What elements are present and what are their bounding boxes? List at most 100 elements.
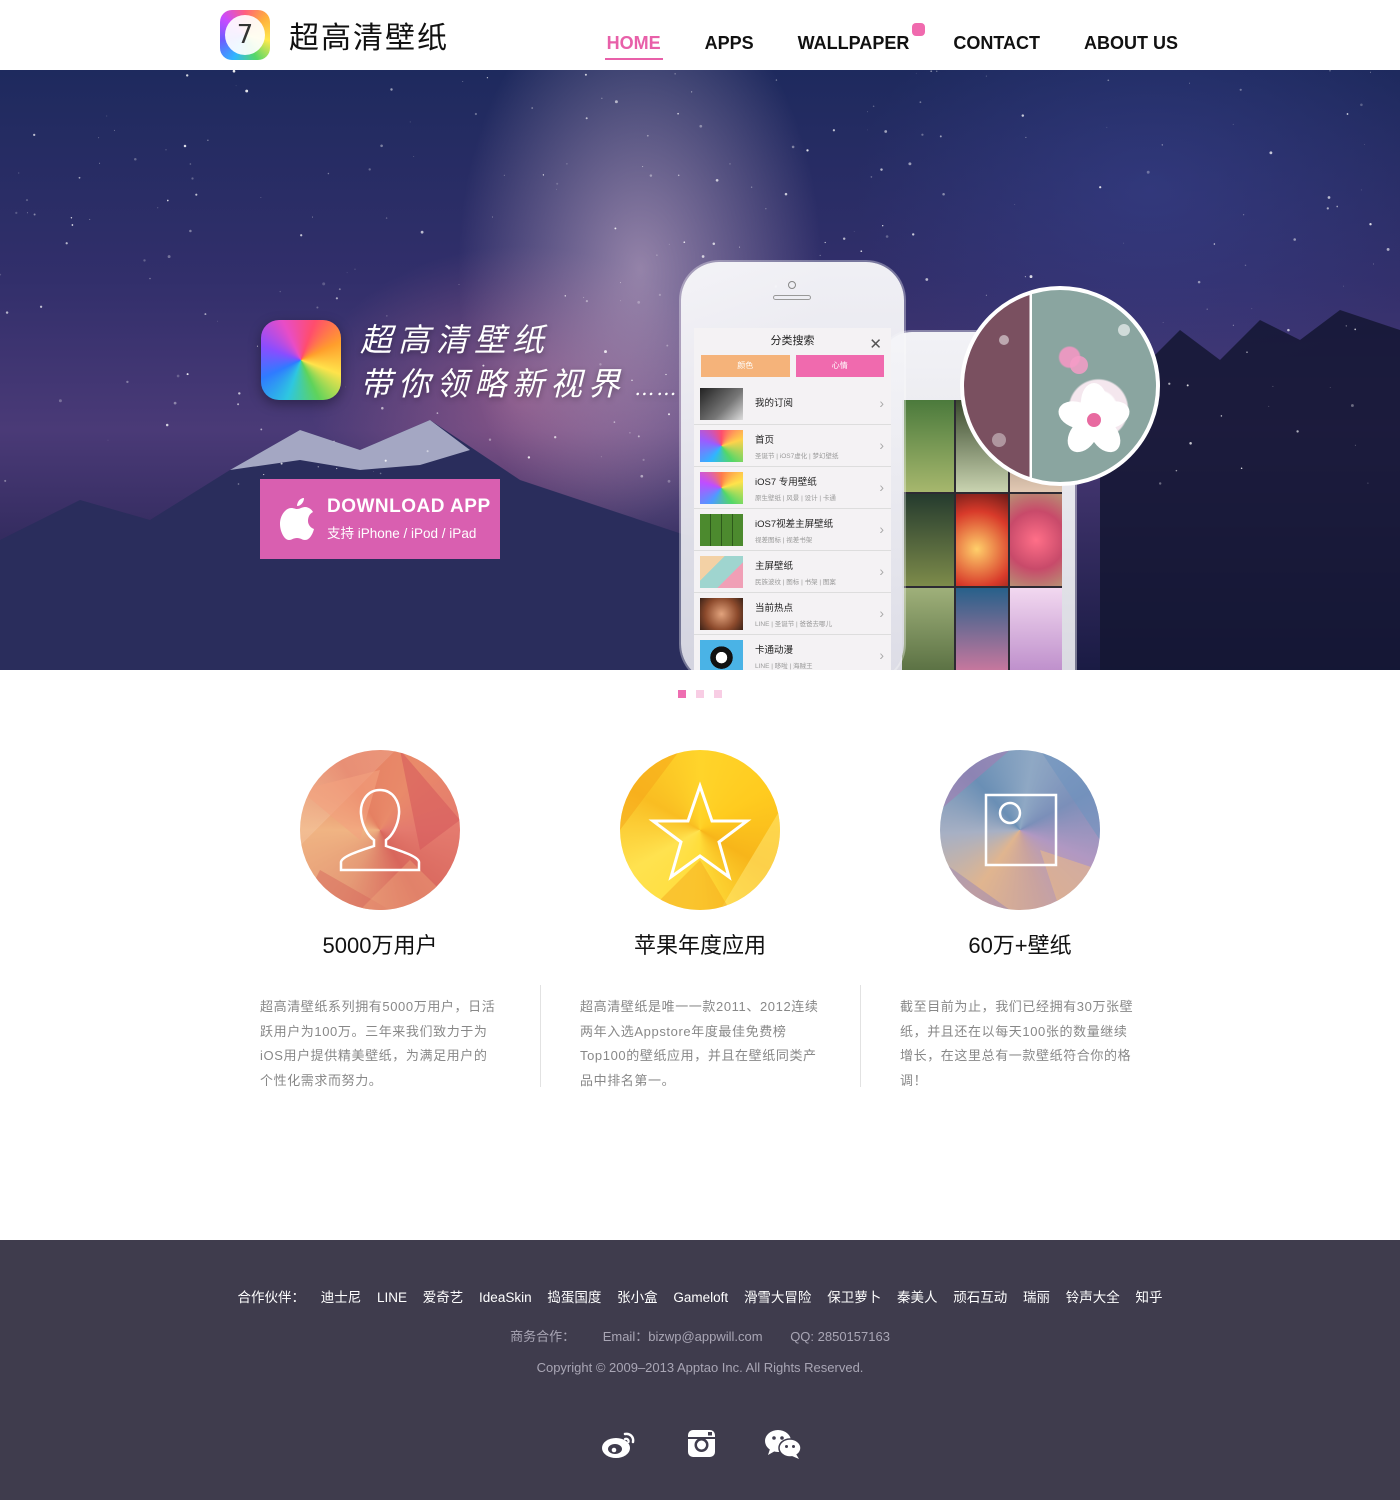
chevron-right-icon: › xyxy=(879,521,884,537)
logo-icon-number: 7 xyxy=(225,15,265,55)
site-header: 7 超高清壁纸 HOME APPS WALLPAPER CONTACT ABOU… xyxy=(0,0,1400,70)
list-item: 主屏壁纸 民族波纹 | 图标 | 书架 | 图案 › xyxy=(694,551,891,593)
list-item: iOS7视差主屏壁纸 视差图标 | 视差书架 › xyxy=(694,509,891,551)
feature-users-badge xyxy=(300,750,460,910)
nav-apps[interactable]: APPS xyxy=(703,33,756,60)
partners-label: 合作伙伴： xyxy=(237,1290,305,1305)
partner-link[interactable]: 捣蛋国度 xyxy=(547,1290,601,1305)
list-item-name: iOS7 专用壁纸 xyxy=(755,476,817,488)
list-item-thumbnail xyxy=(700,429,743,462)
nav-wallpaper[interactable]: WALLPAPER xyxy=(796,23,926,60)
nav-about-us[interactable]: ABOUT US xyxy=(1082,33,1180,60)
chevron-right-icon: › xyxy=(879,605,884,621)
phone-screen-title: 分类搜索 ✕ xyxy=(694,328,891,355)
business-label: 商务合作： xyxy=(510,1329,576,1344)
flower-illustration xyxy=(992,324,1130,453)
copyright: Copyright © 2009–2013 Apptao Inc. All Ri… xyxy=(536,1360,864,1375)
features-section: 5000万用户 超高清壁纸系列拥有5000万用户，日活跃用户为100万。三年来我… xyxy=(220,750,1180,1093)
phone-category-list: 我的订阅 › 首页 圣诞节 | iOS7虚化 | 梦幻壁纸 › iOS7 专用壁… xyxy=(694,383,891,670)
instagram-icon[interactable] xyxy=(682,1428,720,1460)
hero-banner: 超高清壁纸 带你领略新视界 DOWNLOAD APP 支持 iPhone / i… xyxy=(0,70,1400,670)
partner-link[interactable]: 知乎 xyxy=(1136,1290,1163,1305)
partner-link[interactable]: 保卫萝卜 xyxy=(827,1290,881,1305)
feature-users-text: 超高清壁纸系列拥有5000万用户，日活跃用户为100万。三年来我们致力于为iOS… xyxy=(260,999,496,1088)
partner-link[interactable]: Gameloft xyxy=(673,1290,728,1305)
tagline-line-2: 带你领略新视界 xyxy=(360,362,678,410)
partner-link[interactable]: 张小盒 xyxy=(617,1290,658,1305)
feature-wallpapers-title: 60万+壁纸 xyxy=(968,933,1072,958)
site-footer: 合作伙伴： 迪士尼 LINE 爱奇艺 IdeaSkin 捣蛋国度 张小盒 Gam… xyxy=(0,1240,1400,1500)
partner-link[interactable]: 瑞丽 xyxy=(1023,1290,1050,1305)
business-email[interactable]: Email：bizwp@appwill.com xyxy=(603,1329,763,1344)
nav-home[interactable]: HOME xyxy=(604,33,663,60)
tagline-line-1: 超高清壁纸 xyxy=(360,321,551,359)
list-item-thumbnail xyxy=(700,555,743,588)
close-icon: ✕ xyxy=(869,336,882,353)
weibo-icon[interactable] xyxy=(600,1428,638,1460)
phone-screen: 分类搜索 ✕ 颜色 心情 我的订阅 › 首页 圣诞节 | iOS7虚化 | 梦幻… xyxy=(694,328,891,670)
apple-icon xyxy=(280,498,314,540)
slider-dot-2[interactable] xyxy=(696,690,704,698)
list-item-name: 主屏壁纸 xyxy=(755,560,794,572)
list-item: 卡通动漫 LINE | 哆啦 | 海贼王 › xyxy=(694,635,891,670)
phone-tabs: 颜色 心情 xyxy=(694,355,891,377)
chevron-right-icon: › xyxy=(879,395,884,411)
logo-icon: 7 xyxy=(220,10,270,60)
feature-wallpapers-badge xyxy=(940,750,1100,910)
phone-camera xyxy=(788,281,796,289)
feature-award-text: 超高清壁纸是唯一一款2011、2012连续两年入选Appstore年度最佳免费榜… xyxy=(580,999,819,1088)
list-item-name: 我的订阅 xyxy=(755,397,794,409)
logo[interactable]: 7 超高清壁纸 xyxy=(220,10,449,60)
list-item-name: 当前热点 xyxy=(755,602,794,614)
partner-link[interactable]: 滑雪大冒险 xyxy=(744,1290,812,1305)
nav-contact[interactable]: CONTACT xyxy=(951,33,1042,60)
business-qq: QQ: 2850157163 xyxy=(790,1329,890,1344)
list-item-thumbnail xyxy=(700,387,743,420)
slider-dot-1[interactable] xyxy=(678,690,686,698)
partner-link[interactable]: 爱奇艺 xyxy=(423,1290,464,1305)
wallpaper-icon xyxy=(940,750,1100,910)
phone-speaker xyxy=(773,295,811,300)
feature-award: 苹果年度应用 超高清壁纸是唯一一款2011、2012连续两年入选Appstore… xyxy=(540,750,860,1093)
list-item: iOS7 专用壁纸 原生壁纸 | 风景 | 设计 | 卡通 › xyxy=(694,467,891,509)
notification-badge xyxy=(912,23,926,36)
partner-link[interactable]: 秦美人 xyxy=(897,1290,938,1305)
star-icon xyxy=(620,750,780,910)
list-item-desc: 原生壁纸 | 风景 | 设计 | 卡通 xyxy=(755,494,836,502)
feature-wallpapers-text: 截至目前为止，我们已经拥有30万张壁纸，并且还在以每天100张的数量继续增长，在… xyxy=(900,999,1134,1088)
list-item-desc: LINE | 哆啦 | 海贼王 xyxy=(755,662,813,670)
chevron-right-icon: › xyxy=(879,647,884,663)
list-item-thumbnail xyxy=(700,471,743,504)
partner-link[interactable]: LINE xyxy=(377,1290,407,1305)
chevron-right-icon: › xyxy=(879,563,884,579)
download-app-button[interactable]: DOWNLOAD APP 支持 iPhone / iPod / iPad xyxy=(260,479,500,559)
feature-award-badge xyxy=(620,750,780,910)
list-item: 当前热点 LINE | 圣诞节 | 爸爸去哪儿 › xyxy=(694,593,891,635)
list-item-name: 首页 xyxy=(755,434,775,446)
list-item-desc: 视差图标 | 视差书架 xyxy=(755,536,813,544)
phone-mockup-front: 分类搜索 ✕ 颜色 心情 我的订阅 › 首页 圣诞节 | iOS7虚化 | 梦幻… xyxy=(681,262,904,670)
list-item-name: iOS7视差主屏壁纸 xyxy=(755,518,834,530)
social-links xyxy=(600,1428,802,1460)
slider-dot-3[interactable] xyxy=(714,690,722,698)
nav-wallpaper-label: WALLPAPER xyxy=(797,33,910,53)
feature-award-title: 苹果年度应用 xyxy=(633,933,766,958)
feature-wallpapers: 60万+壁纸 截至目前为止，我们已经拥有30万张壁纸，并且还在以每天100张的数… xyxy=(860,750,1180,1093)
phone-tab-color: 颜色 xyxy=(701,355,790,377)
partner-link[interactable]: 顽石互动 xyxy=(953,1290,1007,1305)
partner-link[interactable]: 铃声大全 xyxy=(1066,1290,1120,1305)
hero-tagline: 超高清壁纸 带你领略新视界 xyxy=(360,318,678,410)
chevron-right-icon: › xyxy=(879,479,884,495)
phone-tab-mood: 心情 xyxy=(795,355,884,377)
list-item-desc: 民族波纹 | 图标 | 书架 | 图案 xyxy=(755,578,836,586)
feature-users: 5000万用户 超高清壁纸系列拥有5000万用户，日活跃用户为100万。三年来我… xyxy=(220,750,540,1093)
partner-link[interactable]: IdeaSkin xyxy=(479,1290,532,1305)
slider-pagination xyxy=(678,690,722,698)
feature-users-title: 5000万用户 xyxy=(322,933,438,958)
list-item-thumbnail xyxy=(700,639,743,670)
partner-link[interactable]: 迪士尼 xyxy=(321,1290,362,1305)
main-nav: HOME APPS WALLPAPER CONTACT ABOUT US xyxy=(604,23,1180,60)
wallpaper-zoom-preview xyxy=(960,286,1160,486)
business-contact: 商务合作： Email：bizwp@appwill.com QQ: 285015… xyxy=(0,1326,1400,1345)
wechat-icon[interactable] xyxy=(764,1428,802,1460)
